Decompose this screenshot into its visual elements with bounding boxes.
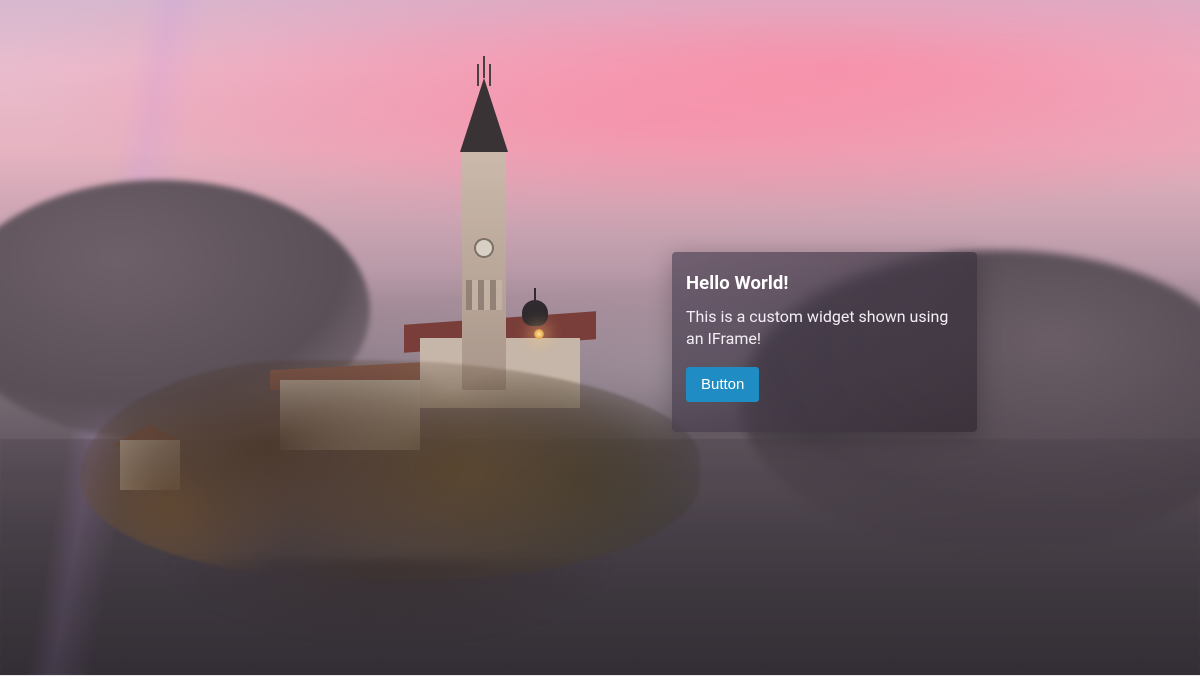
widget-title: Hello World! xyxy=(686,272,963,294)
background-belfry xyxy=(466,280,502,310)
background-lamp-glow xyxy=(534,329,544,339)
widget-button[interactable]: Button xyxy=(686,367,759,402)
background-island-reflection xyxy=(80,560,700,680)
background-church-dome xyxy=(522,300,548,326)
background-tower-clock xyxy=(474,238,494,258)
background-church-tower xyxy=(462,150,506,390)
background-island xyxy=(80,360,700,580)
widget-body: This is a custom widget shown using an I… xyxy=(686,306,963,349)
iframe-widget-card: Hello World! This is a custom widget sho… xyxy=(672,252,977,432)
